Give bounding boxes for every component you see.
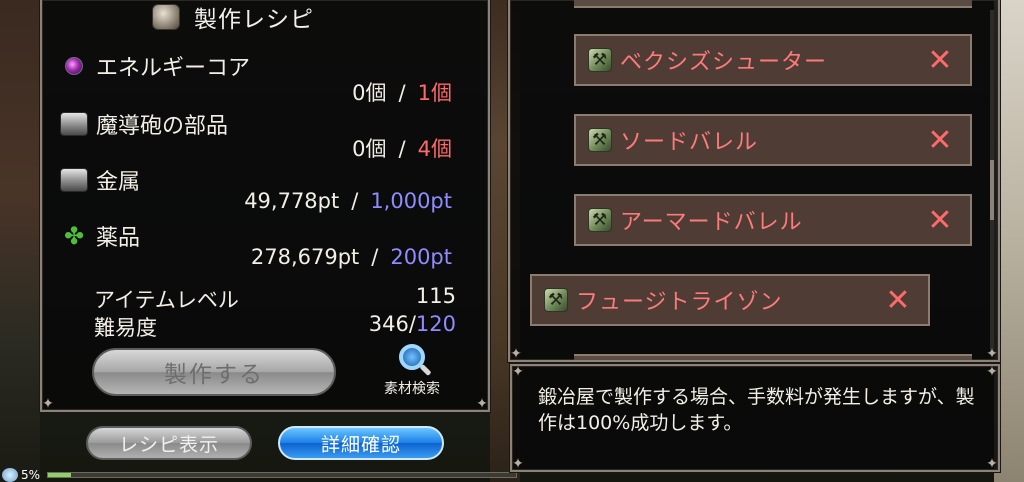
hammer-icon	[588, 208, 612, 232]
frame-corner-ornament: ✦	[476, 396, 488, 412]
details-button[interactable]: 詳細確認	[278, 426, 444, 460]
material-search-label: 素材検索	[384, 381, 440, 397]
remove-icon[interactable]: ✕	[910, 43, 970, 78]
material-need: 1,000pt	[370, 189, 452, 213]
material-have: 278,679pt	[250, 245, 360, 269]
material-row-metal: 金属	[60, 164, 140, 196]
magnifier-icon	[399, 344, 425, 370]
progress-track	[47, 472, 517, 478]
material-name: 魔導砲の部品	[96, 114, 229, 139]
progress-bar: 5%	[0, 468, 520, 482]
energy-core-icon	[60, 54, 88, 78]
recipe-list-item[interactable]: ベクシズシューター ✕	[574, 34, 972, 86]
count-separator: /	[351, 189, 359, 213]
recipe-name: ソードバレル	[620, 130, 759, 155]
material-have: 49,778pt	[244, 189, 340, 213]
recipe-view-button[interactable]: レシピ表示	[86, 426, 252, 460]
frame-corner-ornament: ✦	[512, 456, 524, 472]
recipe-name: フュージトライゾン	[576, 290, 783, 315]
difficulty-value: 346/120	[369, 312, 456, 342]
parts-box-icon	[60, 112, 88, 136]
material-need: 1個	[417, 81, 452, 105]
remove-icon[interactable]: ✕	[910, 123, 970, 158]
count-separator: /	[371, 245, 379, 269]
recipe-panel: 製作レシピ エネルギーコア 0個 / 1個 魔導砲の部品 0個 / 4個 金属 …	[40, 0, 490, 412]
frame-corner-ornament: ✦	[986, 346, 998, 362]
item-level-row: アイテムレベル 115	[94, 284, 456, 314]
progress-label: 5%	[21, 468, 41, 482]
difficulty-row: 難易度 346/120	[94, 312, 456, 342]
material-search-button[interactable]: 素材検索	[374, 344, 450, 398]
material-need: 4個	[417, 137, 452, 161]
hammer-icon	[544, 288, 568, 312]
frame-corner-ornament: ✦	[510, 346, 522, 362]
metal-box-icon	[60, 168, 88, 192]
message-text: 鍛冶屋で製作する場合、手数料が発生しますが、製作は100%成功します。	[538, 386, 975, 434]
frame-corner-ornament: ✦	[42, 396, 54, 412]
recipe-list-panel[interactable]: ベクシズシューター ✕ ソードバレル ✕ アーマードバレル ✕ フュージトライゾ…	[508, 0, 1000, 362]
material-count: 0個 / 1個	[352, 77, 452, 107]
material-name: 薬品	[96, 226, 141, 251]
recipe-list-item[interactable]: アーマードバレル ✕	[574, 194, 972, 246]
remove-icon[interactable]: ✕	[868, 283, 928, 318]
material-count: 0個 / 4個	[352, 133, 452, 163]
hammer-icon	[588, 48, 612, 72]
material-row-chemicals: ✤ 薬品	[60, 220, 140, 252]
count-separator: /	[398, 137, 406, 161]
material-name: エネルギーコア	[96, 56, 251, 81]
message-panel: 鍛冶屋で製作する場合、手数料が発生しますが、製作は100%成功します。 ✦ ✦ …	[510, 364, 1000, 472]
material-count: 49,778pt / 1,000pt	[244, 189, 452, 213]
recipe-book-icon	[152, 4, 180, 30]
recipe-name: ベクシズシューター	[620, 50, 828, 75]
scrollbar[interactable]	[990, 10, 994, 350]
material-have: 0個	[352, 137, 387, 161]
panel-header: 製作レシピ	[152, 2, 314, 33]
frame-corner-ornament: ✦	[986, 456, 998, 472]
status-orb-icon	[2, 468, 18, 482]
difficulty-target: 120	[415, 312, 456, 336]
material-name: 金属	[96, 170, 141, 195]
material-row-cannon-parts: 魔導砲の部品	[60, 108, 228, 140]
panel-title: 製作レシピ	[194, 7, 314, 33]
difficulty-label: 難易度	[94, 316, 157, 340]
list-item-partial	[574, 354, 972, 360]
background-wall-left	[0, 0, 40, 482]
progress-fill	[48, 473, 72, 477]
recipe-name: アーマードバレル	[620, 210, 803, 235]
material-row-energy-core: エネルギーコア	[60, 50, 250, 82]
frame-corner-ornament: ✦	[512, 364, 524, 380]
item-level-value: 115	[415, 284, 456, 308]
recipe-list-item-selected[interactable]: フュージトライゾン ✕	[530, 274, 930, 326]
craft-button[interactable]: 製作する	[92, 348, 336, 396]
material-have: 0個	[352, 81, 387, 105]
difficulty-current: 346/	[368, 312, 416, 336]
remove-icon[interactable]: ✕	[910, 203, 970, 238]
item-level-label: アイテムレベル	[94, 288, 239, 312]
material-count: 278,679pt / 200pt	[251, 245, 452, 269]
material-need: 200pt	[390, 245, 452, 269]
recipe-list-item[interactable]: ソードバレル ✕	[574, 114, 972, 166]
scrollbar-thumb[interactable]	[990, 160, 994, 220]
hammer-icon	[588, 128, 612, 152]
count-separator: /	[398, 81, 406, 105]
frame-corner-ornament: ✦	[986, 364, 998, 380]
list-item-partial	[574, 0, 972, 8]
herb-icon: ✤	[63, 222, 85, 250]
